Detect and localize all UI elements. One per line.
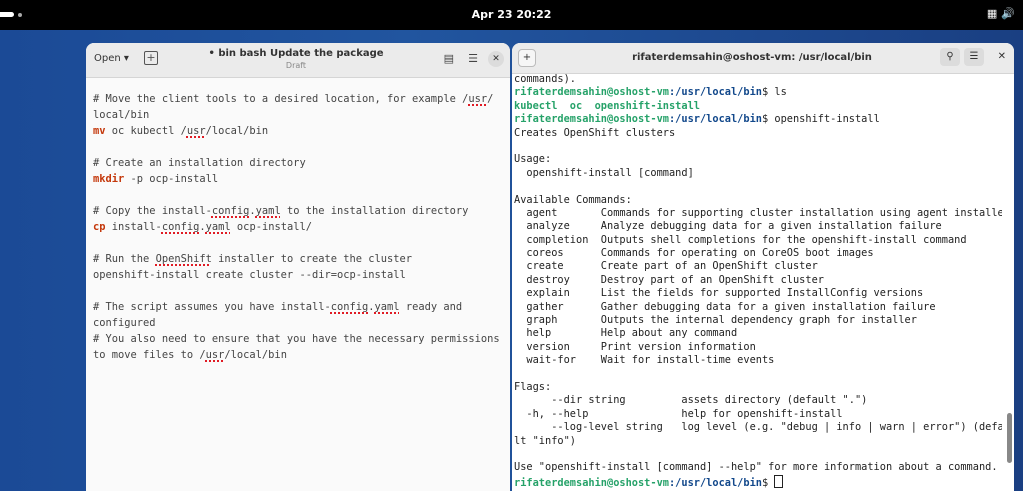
terminal-line: --dir string assets directory (default "… — [514, 394, 868, 407]
terminal-line: graph Outputs the internal dependency gr… — [514, 314, 917, 327]
prompt-path: :/usr/local/bin — [668, 113, 762, 126]
menu-icon[interactable]: ☰ — [468, 52, 478, 65]
editor-line: openshift-install create cluster --dir=o… — [93, 269, 406, 281]
terminal-headerbar: + rifaterdemsahin@oshost-vm: /usr/local/… — [512, 43, 1014, 74]
terminal-line: version Print version information — [514, 340, 756, 353]
editor-line: # Run the OpenShift installer to create … — [93, 253, 413, 265]
terminal-line: gather Gather debugging data for a given… — [514, 300, 936, 313]
terminal-line: rifaterdemsahin@oshost-vm:/usr/local/bin… — [514, 474, 1002, 489]
terminal-line: analyze Analyze debugging data for a giv… — [514, 220, 942, 233]
editor-line: to move files to /usr/local/bin — [93, 349, 287, 361]
editor-line: # Move the client tools to a desired loc… — [93, 93, 494, 105]
new-tab-icon[interactable]: + — [518, 49, 536, 67]
terminal-cursor — [774, 474, 784, 488]
editor-text-area[interactable]: # Move the client tools to a desired loc… — [93, 91, 503, 363]
terminal-line: agent Commands for supporting cluster in… — [514, 206, 1002, 219]
editor-line: # You also need to ensure that you have … — [93, 333, 500, 345]
terminal-output[interactable]: commands). rifaterdemsahin@oshost-vm:/usr… — [514, 73, 1002, 488]
new-document-icon[interactable]: + — [144, 51, 158, 65]
editor-line: configured — [93, 317, 156, 329]
close-icon[interactable]: ✕ — [998, 51, 1006, 62]
terminal-line: -h, --help help for openshift-install — [514, 407, 843, 420]
terminal-line: Use "openshift-install [command] --help"… — [514, 461, 998, 474]
terminal-line: create Create part of an OpenShift clust… — [514, 260, 818, 273]
search-icon[interactable]: ⚲ — [940, 48, 960, 66]
editor-line: # Create an installation directory — [93, 157, 306, 169]
open-button[interactable]: Open ▾ — [94, 53, 129, 64]
terminal-window: + rifaterdemsahin@oshost-vm: /usr/local/… — [512, 43, 1014, 491]
terminal-line: completion Outputs shell completions for… — [514, 233, 967, 246]
terminal-line: --log-level string log level (e.g. "debu… — [514, 421, 1002, 434]
terminal-line: Available Commands: — [514, 193, 632, 206]
editor-line: cp install-config.yaml ocp-install/ — [93, 221, 312, 233]
terminal-line: Flags: — [514, 380, 552, 393]
command-keyword: cp — [93, 221, 106, 233]
command-keyword: mkdir — [93, 173, 125, 185]
terminal-line: coreos Commands for operating on CoreOS … — [514, 247, 874, 260]
network-icon: ▦ — [986, 7, 998, 20]
editor-line: # The script assumes you have install-co… — [93, 301, 463, 313]
terminal-title: rifaterdemsahin@oshost-vm: /usr/local/bi… — [632, 52, 872, 63]
editor-line: mv oc kubectl /usr/local/bin — [93, 125, 269, 137]
top-bar: Apr 23 20:22 ▦ 🔊 — [0, 0, 1023, 30]
editor-headerbar: Open ▾ + • bin bash Update the package D… — [86, 43, 510, 78]
volume-icon: 🔊 — [1001, 7, 1015, 20]
command-keyword: mv — [93, 125, 106, 137]
terminal-line: Usage: — [514, 153, 552, 166]
menu-icon[interactable]: ☰ — [964, 48, 984, 66]
editor-line: local/bin — [93, 109, 150, 121]
prompt-user: rifaterdemsahin@oshost-vm — [514, 86, 669, 99]
terminal-line: help Help about any command — [514, 327, 738, 340]
terminal-line: destroy Destroy part of an OpenShift clu… — [514, 273, 824, 286]
terminal-line: Creates OpenShift clusters — [514, 126, 676, 139]
text-editor-window: Open ▾ + • bin bash Update the package D… — [86, 43, 510, 491]
prompt-path: :/usr/local/bin — [668, 476, 762, 489]
clock[interactable]: Apr 23 20:22 — [0, 8, 1023, 21]
close-icon[interactable]: ✕ — [488, 51, 504, 67]
scrollbar[interactable] — [1007, 413, 1012, 463]
prompt-user: rifaterdemsahin@oshost-vm — [514, 113, 669, 126]
document-status: Draft — [285, 61, 307, 70]
prompt-path: :/usr/local/bin — [668, 86, 762, 99]
terminal-line: kubectl oc openshift-install — [514, 99, 700, 112]
editor-line: # Copy the install-config.yaml to the in… — [93, 205, 469, 217]
prompt-user: rifaterdemsahin@oshost-vm — [514, 476, 669, 489]
terminal-line: lt "info") — [514, 434, 576, 447]
system-tray[interactable]: ▦ 🔊 — [983, 7, 1015, 20]
document-title: • bin bash Update the package — [208, 48, 384, 59]
terminal-line: explain List the fields for supported In… — [514, 287, 924, 300]
terminal-line: rifaterdemsahin@oshost-vm:/usr/local/bin… — [514, 86, 787, 99]
terminal-line: openshift-install [command] — [514, 166, 694, 179]
terminal-line: wait-for Wait for install-time events — [514, 354, 775, 367]
editor-line: mkdir -p ocp-install — [93, 173, 219, 185]
terminal-line: rifaterdemsahin@oshost-vm:/usr/local/bin… — [514, 113, 880, 126]
document-settings-icon[interactable]: ▤ — [444, 52, 454, 65]
terminal-line: commands). — [514, 73, 576, 85]
